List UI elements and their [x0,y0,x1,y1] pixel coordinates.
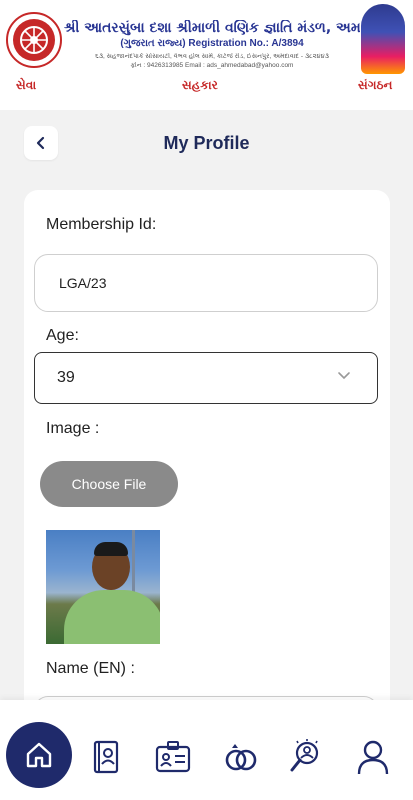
membership-id-label: Membership Id: [46,216,157,233]
nav-profile-button[interactable] [352,736,394,778]
nav-search-button[interactable] [286,736,328,778]
age-label: Age: [46,327,79,344]
profile-form-card: Membership Id: LGA/23 Age: 39 Image : Ch… [24,190,390,750]
motto-sangathan: સંગઠન [358,78,393,92]
rings-icon [225,744,257,771]
registration-number: (ગુજરાત રાજ્ય) Registration No.: A/3894 [120,38,304,49]
organization-emblem-icon [6,12,62,68]
user-icon [357,740,389,775]
chevron-down-icon [338,372,350,380]
motto-sahkar: સહકાર [182,78,218,92]
organization-title: શ્રી આતરસુંબા દશા શ્રીમાળી વણિક જ્ઞાતિ મ… [64,20,360,36]
directory-book-icon [93,740,119,774]
choose-file-button[interactable]: Choose File [40,461,178,507]
age-value: 39 [57,369,75,386]
search-profile-icon [290,739,319,772]
app-header: શ્રી આતરસુંબા દશા શ્રીમાળી વણિક જ્ઞાતિ મ… [0,0,413,110]
membership-id-value: LGA/23 [59,275,107,291]
image-label: Image : [46,420,100,437]
organization-contact: ફોન : 9426313985 Email : ads_ahmedabad@y… [130,62,294,69]
name-en-label: Name (EN) : [46,660,135,677]
home-icon [26,742,52,768]
nav-home-button[interactable] [6,722,72,788]
nav-matrimony-button[interactable] [220,736,262,778]
age-select[interactable]: 39 [34,352,378,404]
nav-directory-button[interactable] [84,736,126,778]
id-card-icon [155,741,191,773]
organization-address: ૬૩, સહજાનંદપાર્ક સોસાયટી, વૈભવ હોલ સામે,… [95,53,329,60]
bottom-navigation [0,700,413,800]
profile-photo [46,530,160,644]
motto-seva: સેવા [16,78,37,92]
membership-id-field[interactable]: LGA/23 [34,254,378,312]
nav-id-card-button[interactable] [152,736,194,778]
page-title: My Profile [163,133,250,153]
deity-image [361,4,405,74]
